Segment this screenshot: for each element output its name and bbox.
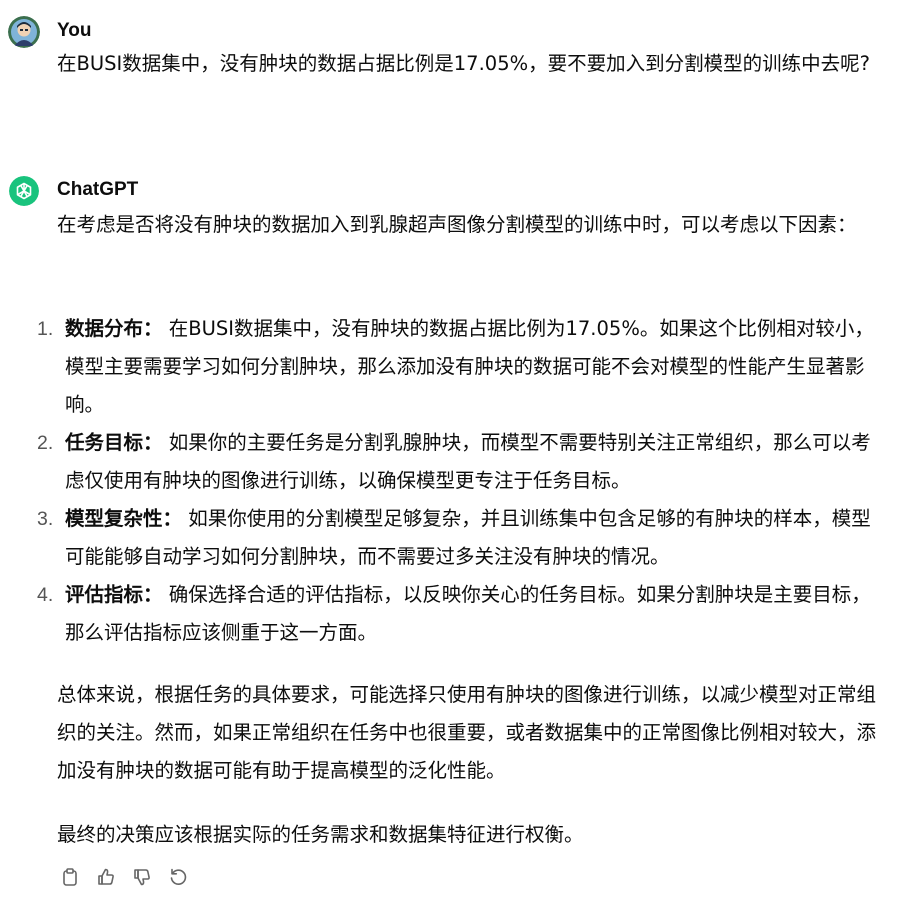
list-item-title: 任务目标： — [65, 431, 163, 454]
regenerate-icon — [170, 868, 187, 885]
thumbs-down-button[interactable] — [129, 864, 155, 890]
list-item-body: 如果你的主要任务是分割乳腺肿块，而模型不需要特别关注正常组织，那么可以考虑仅使用… — [65, 431, 871, 492]
list-item-title: 模型复杂性： — [65, 507, 183, 530]
copy-button[interactable] — [57, 864, 83, 890]
list-item-number: 1. — [37, 318, 54, 340]
assistant-message: ChatGPT 在考虑是否将没有肿块的数据加入到乳腺超声图像分割模型的训练中时，… — [0, 0, 900, 898]
thumbs-up-icon — [98, 868, 114, 885]
list-item: 1. 数据分布： 在BUSI数据集中，没有肿块的数据占据比例为17.05%。如果… — [30, 310, 875, 424]
list-item-number: 4. — [37, 584, 54, 606]
chatgpt-avatar — [9, 176, 39, 206]
assistant-author-name: ChatGPT — [57, 179, 139, 200]
list-item: 4. 评估指标： 确保选择合适的评估指标，以反映你关心的任务目标。如果分割肿块是… — [30, 576, 875, 652]
factors-list: 1. 数据分布： 在BUSI数据集中，没有肿块的数据占据比例为17.05%。如果… — [30, 310, 875, 652]
regenerate-button[interactable] — [165, 864, 191, 890]
chatgpt-logo-icon — [9, 176, 39, 206]
list-item-body: 如果你使用的分割模型足够复杂，并且训练集中包含足够的有肿块的样本，模型可能能够自… — [65, 507, 871, 568]
list-item-body: 确保选择合适的评估指标，以反映你关心的任务目标。如果分割肿块是主要目标，那么评估… — [65, 583, 871, 644]
list-item-title: 数据分布： — [65, 317, 163, 340]
assistant-conclusion: 最终的决策应该根据实际的任务需求和数据集特征进行权衡。 — [57, 823, 584, 846]
list-item-number: 2. — [37, 432, 54, 454]
list-item-number: 3. — [37, 508, 54, 530]
thumbs-up-button[interactable] — [93, 864, 119, 890]
list-item-title: 评估指标： — [65, 583, 163, 606]
message-actions — [57, 864, 191, 890]
list-item: 2. 任务目标： 如果你的主要任务是分割乳腺肿块，而模型不需要特别关注正常组织，… — [30, 424, 875, 500]
thumbs-down-icon — [134, 869, 150, 886]
copy-icon — [63, 868, 77, 886]
assistant-intro: 在考虑是否将没有肿块的数据加入到乳腺超声图像分割模型的训练中时，可以考虑以下因素… — [57, 213, 857, 236]
list-item-body: 在BUSI数据集中，没有肿块的数据占据比例为17.05%。如果这个比例相对较小，… — [65, 317, 874, 416]
assistant-summary: 总体来说，根据任务的具体要求，可能选择只使用有肿块的图像进行训练，以减少模型对正… — [57, 683, 877, 782]
list-item: 3. 模型复杂性： 如果你使用的分割模型足够复杂，并且训练集中包含足够的有肿块的… — [30, 500, 875, 576]
